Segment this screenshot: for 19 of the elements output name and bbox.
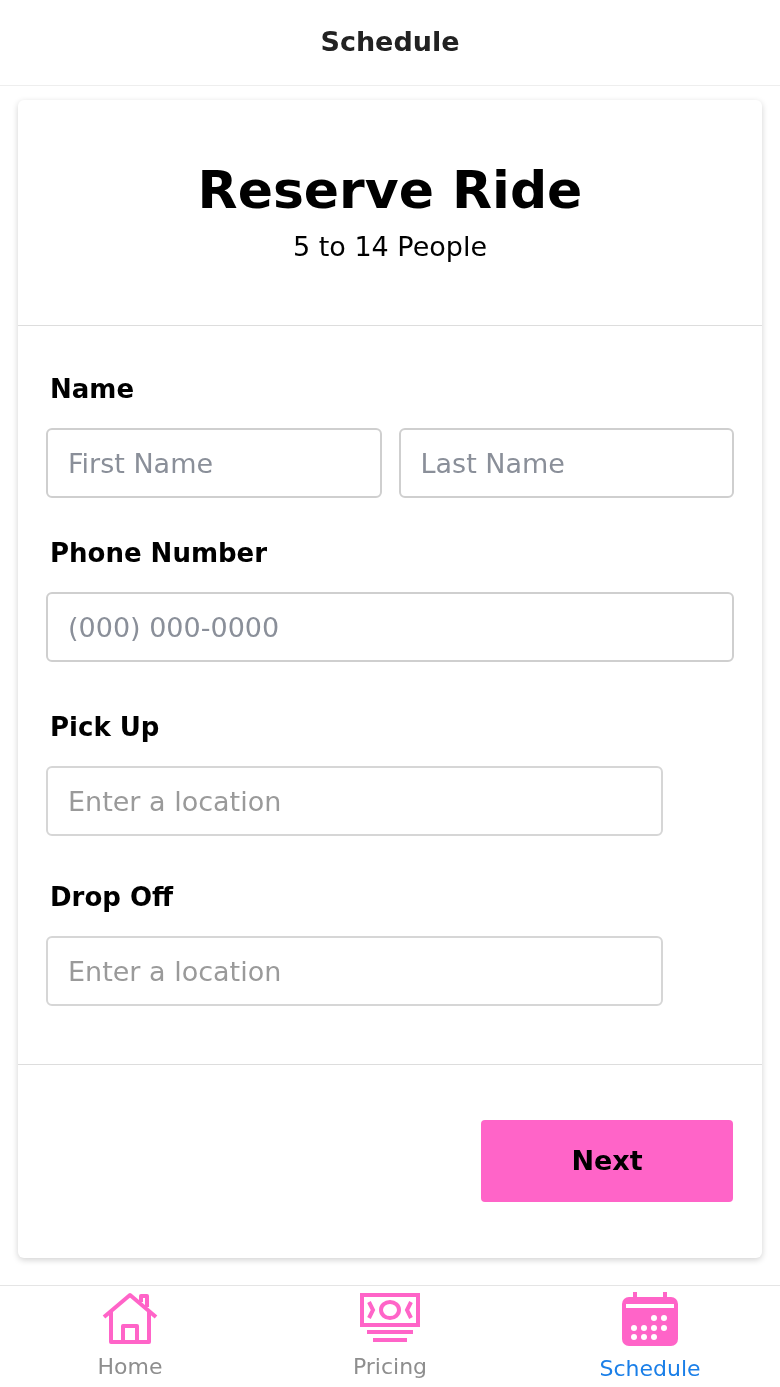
input-field[interactable]: Enter a location bbox=[46, 936, 663, 1006]
house-icon bbox=[101, 1292, 159, 1344]
screen-title: Schedule bbox=[320, 25, 460, 60]
input-field[interactable]: First Name bbox=[46, 428, 382, 498]
tab[interactable]: Home bbox=[0, 1286, 260, 1387]
tab[interactable]: Schedule bbox=[520, 1286, 780, 1387]
input-field[interactable]: Last Name bbox=[398, 428, 734, 498]
banknote-icon bbox=[359, 1292, 421, 1344]
input-field[interactable]: (000) 000-0000 bbox=[46, 592, 734, 662]
field-label: Pick Up bbox=[49, 714, 161, 740]
input-field[interactable]: Enter a location bbox=[46, 766, 663, 836]
field-label: Phone Number bbox=[49, 540, 269, 566]
card-subtitle: 5 to 14 People bbox=[292, 229, 488, 264]
field-label: Name bbox=[49, 376, 136, 402]
tab[interactable]: Pricing bbox=[260, 1286, 520, 1387]
next-button[interactable]: Next bbox=[481, 1120, 733, 1202]
calendar-icon bbox=[621, 1292, 679, 1346]
field-label: Drop Off bbox=[49, 884, 175, 910]
card-title: Reserve Ride bbox=[197, 158, 583, 222]
